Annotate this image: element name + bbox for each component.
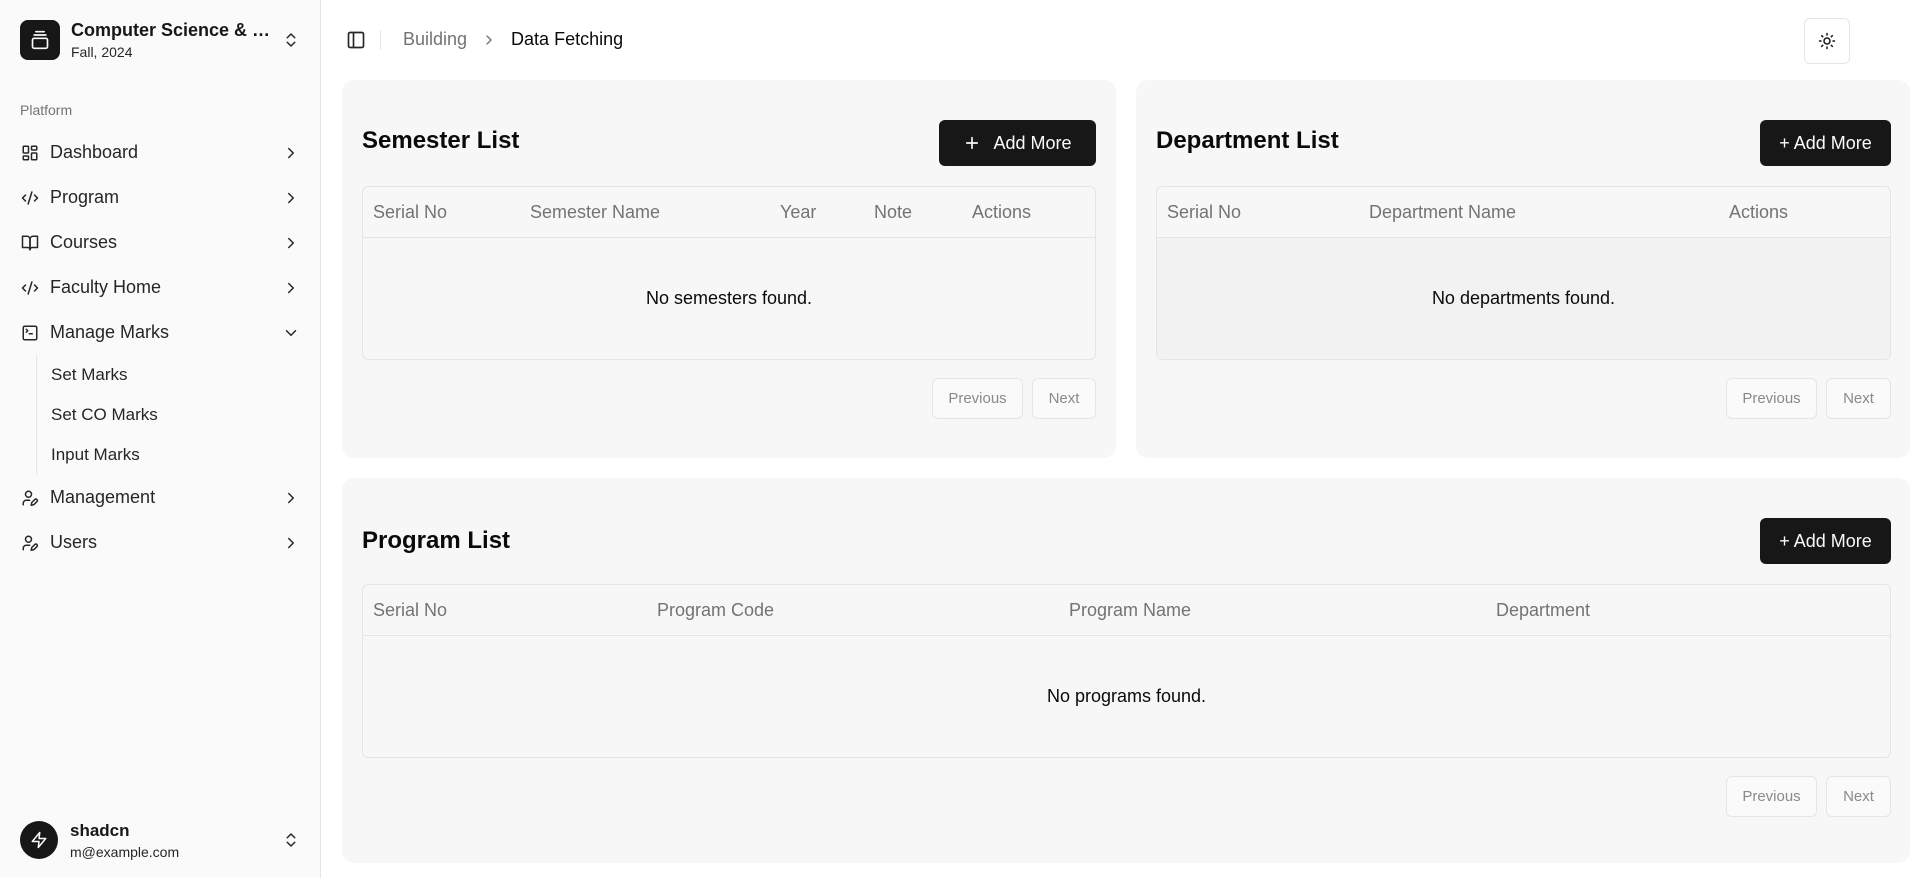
sidebar-item-label: Users (50, 532, 98, 552)
plus-icon (966, 136, 979, 150)
chevron-right-icon (288, 537, 294, 548)
breadcrumb-link-building[interactable]: Building (403, 29, 467, 50)
semester-previous-button[interactable]: Previous (932, 378, 1023, 419)
sidebar-item-program[interactable]: Program (12, 175, 308, 220)
chevrons-up-down-icon (286, 33, 296, 47)
program-list-card: Program List + Add More Serial No Progra… (342, 478, 1910, 863)
book-open-icon (20, 233, 40, 253)
program-table: Serial No Program Code Program Name Depa… (362, 584, 1891, 758)
panel-left-icon (347, 31, 365, 49)
header-divider (380, 30, 381, 50)
column-header-department: Department (1496, 600, 1591, 620)
sidebar-item-label: Management (50, 487, 156, 507)
layout-dashboard-icon (20, 143, 40, 163)
column-header-program-code: Program Code (657, 600, 775, 620)
column-header-serial-no: Serial No (1167, 202, 1242, 222)
department-table-header: Serial No Department Name Actions (1157, 187, 1890, 238)
chevrons-up-down-icon (286, 833, 296, 847)
department-previous-button[interactable]: Previous (1726, 378, 1817, 419)
sidebar-item-management[interactable]: Management (12, 475, 308, 520)
sidebar-subitem-input-marks[interactable]: Input Marks (51, 435, 308, 475)
add-semester-button[interactable]: Add More (939, 120, 1096, 166)
team-switcher[interactable]: Computer Science & … Fall, 2024 (12, 12, 308, 68)
sun-icon (1818, 32, 1836, 50)
semester-list-title: Semester List (362, 127, 520, 154)
column-header-serial-no: Serial No (373, 600, 448, 620)
team-subtitle: Fall, 2024 (71, 44, 133, 60)
semester-table-header: Serial No Semester Name Year Note Action… (363, 187, 1095, 238)
department-list-title: Department List (1156, 127, 1339, 154)
manage-marks-submenu: Set Marks Set CO Marks Input Marks (36, 355, 308, 475)
sidebar-item-dashboard[interactable]: Dashboard (12, 130, 308, 175)
sidebar: Computer Science & … Fall, 2024 Platform… (0, 0, 321, 878)
column-header-serial-no: Serial No (373, 202, 448, 222)
semester-table: Serial No Semester Name Year Note Action… (362, 186, 1096, 360)
user-menu[interactable]: shadcn m@example.com (12, 812, 308, 868)
team-name: Computer Science & … (71, 20, 271, 40)
add-program-button[interactable]: + Add More (1760, 518, 1891, 564)
semester-list-card: Semester List Add More Serial No Semeste… (342, 80, 1116, 458)
chevron-right-icon (288, 282, 294, 293)
sidebar-subitem-set-marks[interactable]: Set Marks (51, 355, 308, 395)
sidebar-item-users[interactable]: Users (12, 520, 308, 565)
add-department-button[interactable]: + Add More (1760, 120, 1891, 166)
column-header-note: Note (874, 202, 913, 222)
sidebar-item-label: Faculty Home (50, 277, 162, 297)
chevron-right-icon (288, 237, 294, 248)
chevron-right-icon (288, 192, 294, 203)
sidebar-item-label: Program (50, 187, 120, 207)
sidebar-group-label: Platform (20, 102, 73, 118)
column-header-actions: Actions (1729, 202, 1789, 222)
chevron-right-icon (288, 147, 294, 158)
gallery-vertical-end-icon (20, 20, 60, 60)
sidebar-toggle-button[interactable] (344, 28, 368, 52)
program-previous-button[interactable]: Previous (1726, 776, 1817, 817)
breadcrumb-current-page: Data Fetching (511, 29, 624, 49)
user-email: m@example.com (70, 843, 180, 860)
semester-next-button[interactable]: Next (1032, 378, 1096, 419)
user-pen-icon (20, 533, 40, 553)
sidebar-item-courses[interactable]: Courses (12, 220, 308, 265)
breadcrumb: Building Data Fetching (403, 29, 623, 50)
terminal-square-icon (20, 323, 40, 343)
department-next-button[interactable]: Next (1826, 378, 1891, 419)
department-list-card: Department List + Add More Serial No Dep… (1136, 80, 1910, 458)
column-header-year: Year (780, 202, 817, 222)
sidebar-item-manage-marks[interactable]: Manage Marks (12, 310, 308, 355)
sidebar-item-faculty-home[interactable]: Faculty Home (12, 265, 308, 310)
top-header: Building Data Fetching (322, 0, 1920, 80)
sidebar-nav: Dashboard Program Courses Faculty Home M… (12, 130, 308, 565)
column-header-semester-name: Semester Name (530, 202, 661, 222)
chevron-right-icon (288, 492, 294, 503)
sidebar-item-label: Manage Marks (50, 322, 170, 342)
zap-icon (31, 831, 47, 849)
user-pen-icon (20, 488, 40, 508)
chevron-right-icon (481, 32, 497, 48)
column-header-program-name: Program Name (1069, 600, 1192, 620)
sidebar-subitem-set-co-marks[interactable]: Set CO Marks (51, 395, 308, 435)
program-empty-row: No programs found. (1046, 686, 1207, 706)
team-info: Computer Science & … Fall, 2024 (71, 20, 274, 60)
user-info: shadcn m@example.com (70, 821, 274, 860)
column-header-department-name: Department Name (1369, 202, 1517, 222)
chevron-down-icon (285, 329, 297, 336)
user-name: shadcn (70, 820, 130, 840)
program-list-title: Program List (362, 527, 511, 554)
sidebar-item-label: Courses (50, 232, 118, 252)
semester-empty-row: No semesters found. (645, 288, 813, 308)
code-icon (20, 278, 40, 298)
code-icon (20, 188, 40, 208)
department-table: Serial No Department Name Actions No dep… (1156, 186, 1891, 360)
add-semester-label: Add More (993, 132, 1072, 153)
program-next-button[interactable]: Next (1826, 776, 1891, 817)
theme-toggle-button[interactable] (1804, 18, 1850, 64)
department-empty-row: No departments found. (1157, 238, 1890, 359)
sidebar-item-label: Dashboard (50, 142, 139, 162)
avatar (20, 821, 58, 859)
program-table-header: Serial No Program Code Program Name Depa… (363, 585, 1890, 636)
column-header-actions: Actions (972, 202, 1032, 222)
